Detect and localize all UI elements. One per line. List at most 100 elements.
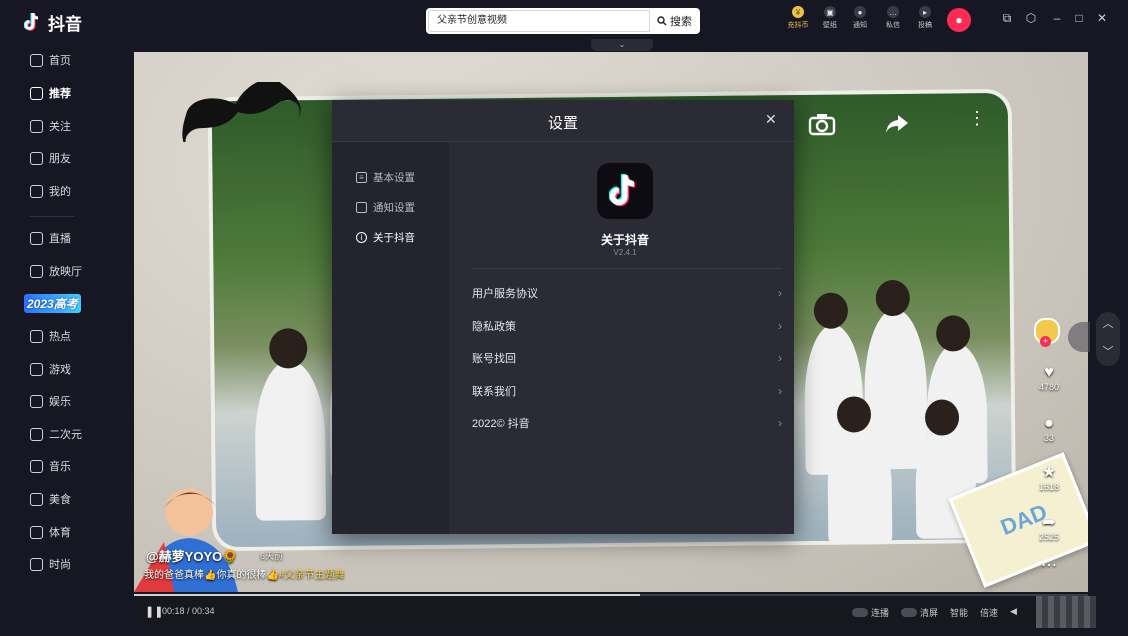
settings-close-icon[interactable]: ✕ (765, 111, 777, 128)
chevron-up-icon: ︿ (1102, 318, 1114, 330)
search-button[interactable]: 搜索 (651, 10, 698, 32)
blurred-region (1036, 596, 1096, 628)
pause-button[interactable]: ❚❚ (145, 605, 163, 618)
screen-record-icon[interactable]: ⧉ (1000, 11, 1014, 25)
sidebar-item-label: 娱乐 (49, 396, 71, 408)
player-controls (134, 592, 1088, 628)
topbar-upload[interactable]: ▸ 投稿 (911, 6, 939, 30)
link-copyright[interactable]: 2022© 抖音 › (472, 413, 782, 433)
sidebar-item-sports[interactable]: 体育 (30, 522, 71, 542)
heart-icon: ♥ (1044, 364, 1054, 381)
video-author-name[interactable]: @赫萝YOYO🌻 (146, 546, 238, 565)
app-logo[interactable]: 抖音 (24, 9, 82, 35)
search-input[interactable]: 父亲节创意视频 (428, 10, 650, 32)
profile-icon (30, 184, 43, 198)
link-terms-of-service[interactable]: 用户服务协议 › (472, 283, 782, 303)
more-stat[interactable]: ⋯ (1036, 557, 1062, 575)
chevron-right-icon: › (778, 416, 782, 430)
child-head (875, 279, 910, 317)
chevron-right-icon: › (778, 286, 782, 300)
sidebar-item-home[interactable]: 首页 (30, 50, 71, 70)
comment-stat[interactable]: ● 33 (1036, 415, 1062, 443)
sidebar-item-trending[interactable]: 热点 (30, 326, 71, 346)
sidebar-item-label: 放映厅 (49, 266, 82, 278)
sidebar-item-games[interactable]: 游戏 (30, 359, 71, 379)
chevron-down-icon: ﹀ (1102, 346, 1114, 358)
app-name: 抖音 (48, 14, 82, 34)
sidebar-item-live[interactable]: 直播 (30, 228, 71, 248)
sidebar-item-recommend[interactable]: 推荐 (30, 83, 71, 103)
sidebar-item-entertainment[interactable]: 娱乐 (30, 391, 71, 411)
star-icon: ★ (1041, 464, 1057, 481)
progress-fill (134, 594, 640, 596)
douyin-logo-icon (609, 173, 636, 207)
chevron-right-icon: › (778, 319, 782, 333)
sidebar-item-fashion[interactable]: 时尚 (30, 554, 71, 574)
speaker-icon: ◀ (1010, 606, 1017, 616)
link-contact-us[interactable]: 联系我们 › (472, 381, 782, 401)
sidebar-item-food[interactable]: 美食 (30, 489, 71, 509)
about-app-logo (597, 163, 653, 219)
settings-menu-basic[interactable]: ≡ 基本设置 (356, 169, 415, 185)
topbar-wallpaper[interactable]: ▣ 壁纸 (816, 6, 844, 30)
speed-button[interactable]: 倍速 (980, 606, 998, 619)
sidebar-divider (30, 216, 74, 217)
share-count: 2525 (1038, 532, 1060, 542)
share-stat[interactable]: ➦ 2525 (1036, 514, 1062, 542)
hashtag-link[interactable]: #父亲节主题舞 (279, 570, 345, 581)
sidebar-item-mine[interactable]: 我的 (30, 181, 71, 201)
sidebar-item-music[interactable]: 音乐 (30, 456, 71, 476)
follow-plus-button[interactable]: + (1040, 336, 1051, 347)
sidebar-item-cinema[interactable]: 放映厅 (30, 261, 82, 281)
link-label: 联系我们 (472, 386, 516, 398)
child-head (924, 399, 960, 436)
sidebar-item-label: 首页 (49, 55, 71, 67)
settings-hex-icon[interactable]: ⬡ (1024, 11, 1038, 25)
topbar-label: 充抖币 (787, 22, 809, 29)
maximize-icon[interactable]: □ (1072, 11, 1086, 25)
link-privacy-policy[interactable]: 隐私政策 › (472, 316, 782, 336)
like-count: 4780 (1038, 382, 1060, 392)
topbar-label: 私信 (886, 22, 900, 29)
video-post-time: 6天前 (260, 551, 284, 561)
anime-icon (30, 427, 43, 441)
bell-icon: ● (854, 6, 866, 18)
share-icon[interactable] (884, 113, 910, 135)
more-vertical-icon[interactable]: ⋮ (968, 109, 986, 127)
link-account-recovery[interactable]: 账号找回 › (472, 348, 782, 368)
control-label: 倍速 (980, 608, 999, 618)
comment-icon: ● (1044, 415, 1054, 432)
minimize-icon[interactable]: – (1050, 11, 1064, 25)
favorite-stat[interactable]: ★ 1618 (1036, 464, 1062, 492)
topbar-notifications[interactable]: ● 通知 (846, 6, 874, 30)
info-icon: i (356, 231, 367, 243)
quality-button[interactable]: 智能 (950, 606, 968, 619)
volume-button[interactable]: ◀ (1010, 606, 1017, 617)
wallpaper-icon: ▣ (824, 6, 836, 18)
next-video-button[interactable]: ﹀ (1096, 342, 1120, 362)
like-stat[interactable]: ♥ 4780 (1036, 364, 1062, 392)
camera-icon[interactable] (808, 112, 836, 136)
topbar-recharge[interactable]: ¥ 充抖币 (784, 6, 812, 30)
flame-icon (30, 329, 43, 343)
side-drawer-handle[interactable] (1068, 322, 1090, 352)
search-icon (657, 16, 667, 26)
sidebar-item-friends[interactable]: 朋友 (30, 148, 71, 168)
autoplay-toggle[interactable]: 连播 (852, 606, 889, 619)
sidebar-item-label: 音乐 (49, 461, 71, 473)
playback-time: 00:18 / 00:34 (162, 606, 215, 616)
toggle-switch (901, 608, 917, 617)
settings-menu-notifications[interactable]: 通知设置 (356, 199, 415, 215)
sidebar-item-anime[interactable]: 二次元 (30, 424, 82, 444)
close-window-icon[interactable]: ✕ (1095, 11, 1109, 25)
settings-menu-about[interactable]: i 关于抖音 (356, 229, 415, 245)
topbar-messages[interactable]: … 私信 (879, 6, 907, 30)
previous-video-button[interactable]: ︿ (1096, 314, 1120, 334)
fashion-icon (30, 557, 43, 571)
sidebar-item-follow[interactable]: 关注 (30, 116, 71, 136)
collapse-header-button[interactable]: ⌄ (591, 39, 653, 51)
topbar-label: 壁纸 (823, 22, 837, 29)
clear-screen-toggle[interactable]: 清屏 (901, 606, 938, 619)
sidebar-item-exam-badge[interactable]: 2023高考 (24, 294, 81, 313)
user-avatar[interactable]: ● (947, 8, 971, 32)
